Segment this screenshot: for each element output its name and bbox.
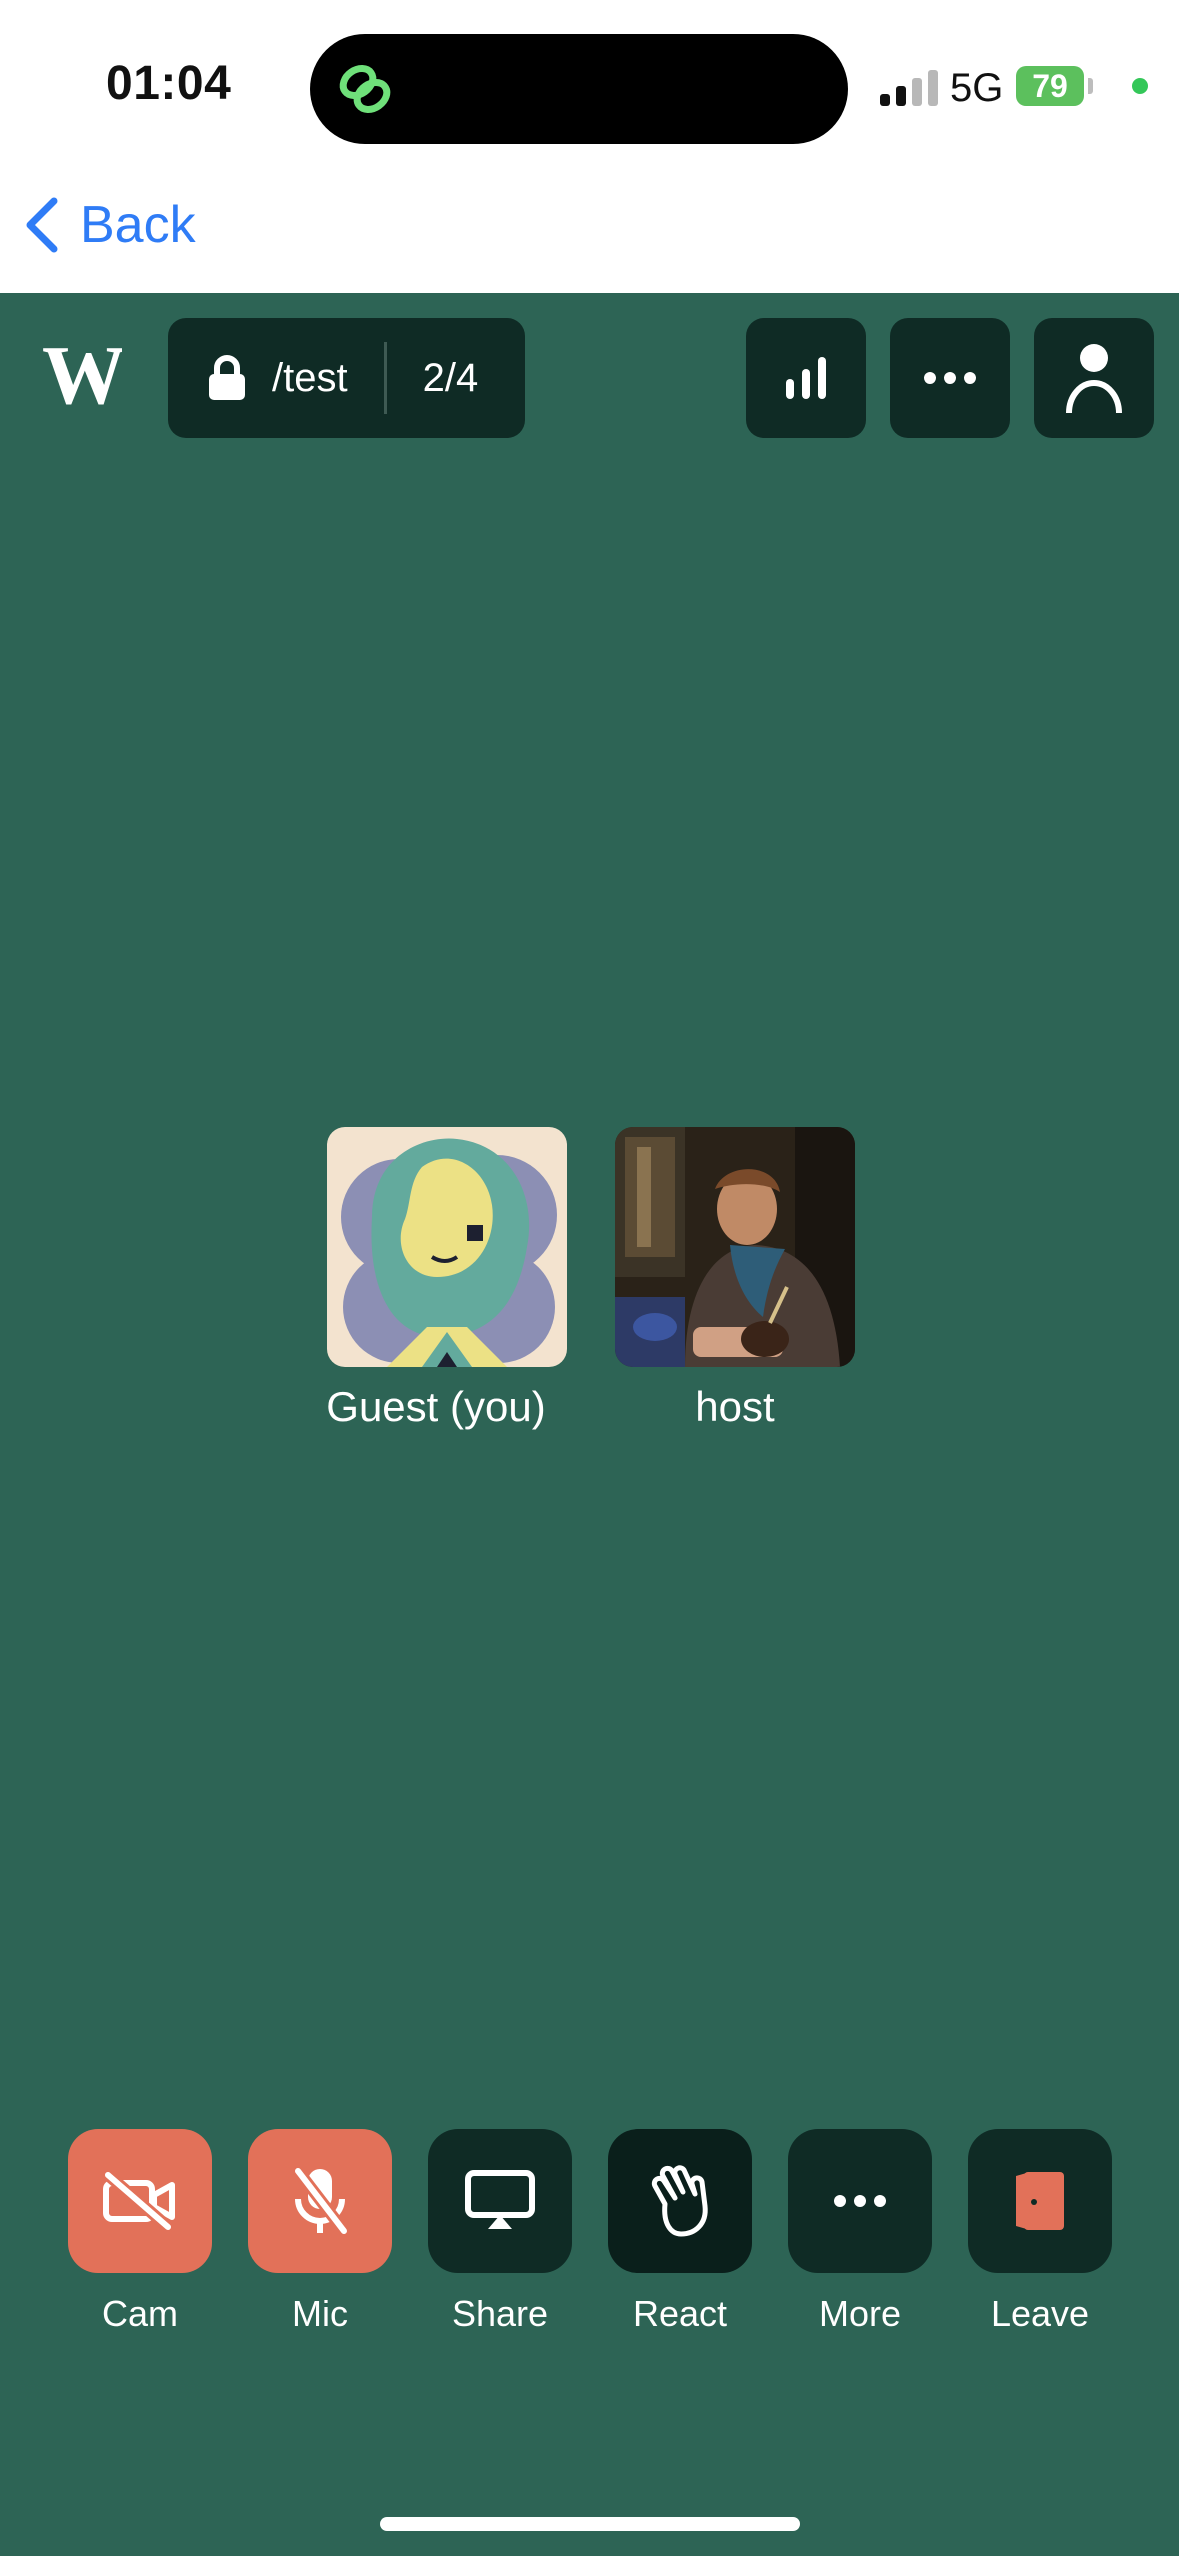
- link-activity-icon: [339, 65, 391, 113]
- svg-text:W: W: [42, 337, 122, 417]
- bar-chart-icon: [786, 357, 826, 399]
- ellipsis-icon: [834, 2195, 886, 2207]
- leave-label: Leave: [990, 2293, 1090, 2334]
- call-screen: W /test 2/4 Guest (you) host Cam Mic Sha…: [0, 293, 1179, 2556]
- participant-count: 2/4: [422, 355, 479, 400]
- privacy-indicator: [1132, 78, 1148, 94]
- screen-share-icon: [465, 2170, 535, 2229]
- react-label: React: [632, 2293, 728, 2334]
- whereby-logo-icon: W: [42, 337, 122, 417]
- participant-label-host: host: [695, 1383, 775, 1430]
- status-bar: 01:04 5G 79: [0, 0, 1179, 180]
- network-stats-button[interactable]: [746, 318, 866, 438]
- mic-toggle-button[interactable]: [248, 2129, 392, 2273]
- participant-label-guest: Guest (you): [326, 1383, 546, 1430]
- back-label: Back: [80, 196, 196, 254]
- battery-tip: [1088, 78, 1093, 94]
- more-button[interactable]: [788, 2129, 932, 2273]
- cam-toggle-button[interactable]: [68, 2129, 212, 2273]
- network-type: 5G: [950, 66, 1004, 110]
- host-video-frame: [615, 1127, 855, 1367]
- status-time: 01:04: [106, 57, 232, 110]
- door-exit-icon: [1016, 2172, 1064, 2230]
- waving-hand-icon: [651, 2165, 708, 2237]
- chevron-left-icon: [26, 197, 58, 253]
- more-options-button[interactable]: [890, 318, 1010, 438]
- more-label: More: [818, 2293, 902, 2334]
- cellular-signal-icon: [880, 68, 938, 106]
- share-label: Share: [451, 2293, 549, 2334]
- camera-off-icon: [103, 2171, 175, 2231]
- participants-button[interactable]: [1034, 318, 1154, 438]
- room-info[interactable]: /test 2/4: [168, 318, 525, 438]
- battery-level: 79: [1032, 67, 1068, 104]
- participant-tile-guest[interactable]: [327, 1127, 567, 1367]
- divider: [383, 342, 387, 414]
- person-icon: [1066, 344, 1122, 414]
- participant-tile-host[interactable]: [615, 1127, 855, 1367]
- room-name: /test: [272, 355, 348, 400]
- cam-label: Cam: [101, 2293, 178, 2334]
- guest-avatar-icon: [327, 1127, 567, 1367]
- leave-button[interactable]: [968, 2129, 1112, 2273]
- mic-off-icon: [293, 2167, 349, 2235]
- react-button[interactable]: [608, 2129, 752, 2273]
- dynamic-island: [310, 34, 848, 144]
- share-button[interactable]: [428, 2129, 572, 2273]
- lock-icon: [209, 355, 245, 400]
- battery-icon: 79: [1016, 66, 1084, 106]
- mic-label: Mic: [292, 2293, 348, 2334]
- ellipsis-icon: [924, 372, 976, 384]
- back-button[interactable]: Back: [24, 190, 196, 260]
- home-indicator[interactable]: [380, 2517, 800, 2531]
